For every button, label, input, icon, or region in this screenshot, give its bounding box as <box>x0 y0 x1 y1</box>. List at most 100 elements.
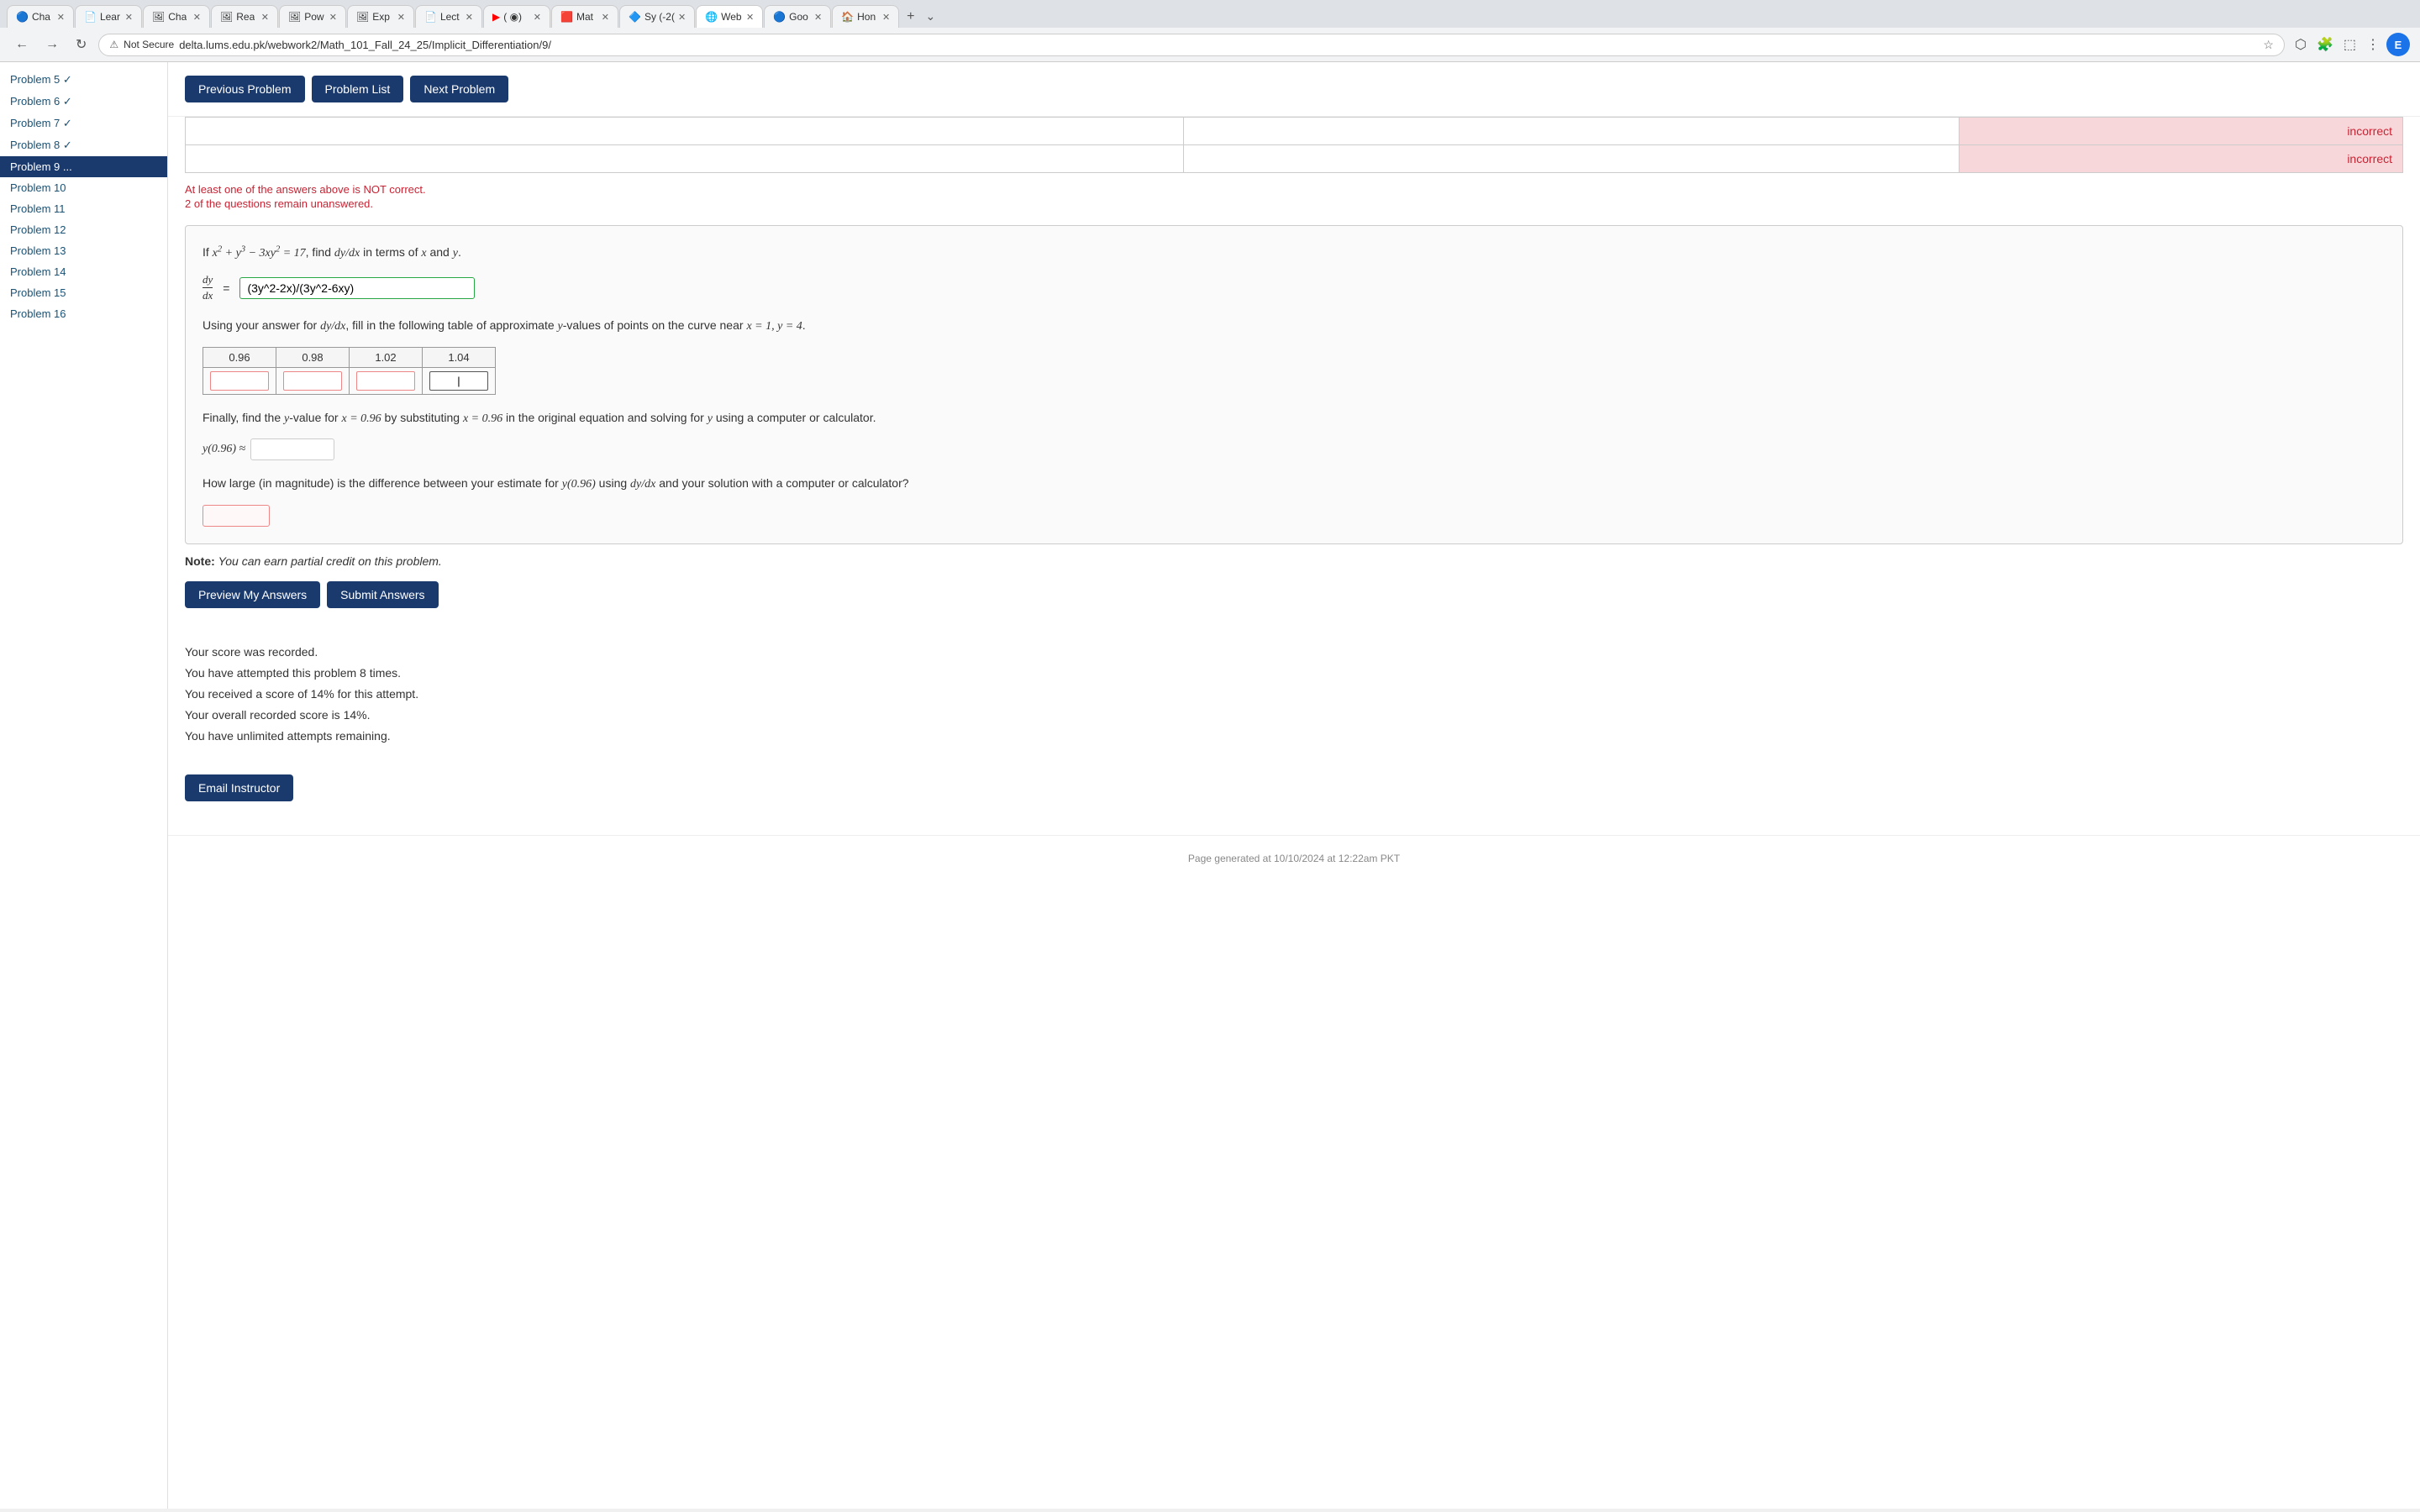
problem-list-button[interactable]: Problem List <box>312 76 404 102</box>
tab-close[interactable]: ✕ <box>602 12 609 23</box>
back-button[interactable]: ← <box>10 34 34 55</box>
error-line1: At least one of the answers above is NOT… <box>185 183 2403 196</box>
approx-input[interactable] <box>250 438 334 460</box>
answer-col-2 <box>1183 145 1960 173</box>
profile-avatar[interactable]: E <box>2386 33 2410 56</box>
sidebar-item-problem5[interactable]: Problem 5 ✓ <box>0 69 167 91</box>
tab-learn[interactable]: 📄 Lear ✕ <box>75 5 142 28</box>
sidebar-item-problem9[interactable]: Problem 9 ... <box>0 156 167 177</box>
tab-icon: 🔷 <box>629 11 641 23</box>
tab-close[interactable]: ✕ <box>125 12 133 23</box>
score-line5: You have unlimited attempts remaining. <box>185 726 2403 747</box>
y-value-input-1[interactable] <box>210 371 269 391</box>
tab-bar: 🔵 Cha ✕ 📄 Lear ✕ 🖼 Cha ✕ 🖼 Rea ✕ 🖼 Pow ✕… <box>0 0 2420 28</box>
sidebar-item-problem7[interactable]: Problem 7 ✓ <box>0 113 167 134</box>
sidebar-item-problem13[interactable]: Problem 13 <box>0 240 167 261</box>
bookmark-icon[interactable]: ☆ <box>2263 38 2274 52</box>
tab-icon: 🖼 <box>356 11 369 23</box>
tab-lect[interactable]: 📄 Lect ✕ <box>415 5 482 28</box>
answer-input-cell-1 <box>186 118 1184 145</box>
tab-cha2[interactable]: 🖼 Cha ✕ <box>143 5 210 28</box>
tab-mat[interactable]: 🟥 Mat ✕ <box>551 5 618 28</box>
footer-text: Page generated at 10/10/2024 at 12:22am … <box>1188 853 1400 864</box>
tab-exp[interactable]: 🖼 Exp ✕ <box>347 5 414 28</box>
browser-chrome: 🔵 Cha ✕ 📄 Lear ✕ 🖼 Cha ✕ 🖼 Rea ✕ 🖼 Pow ✕… <box>0 0 2420 62</box>
action-buttons-bar: Previous Problem Problem List Next Probl… <box>168 62 2420 117</box>
sidebar-item-problem11[interactable]: Problem 11 <box>0 198 167 219</box>
y-input-cell-4 <box>423 367 496 394</box>
tab-close[interactable]: ✕ <box>261 12 269 23</box>
url-bar[interactable]: ⚠ Not Secure delta.lums.edu.pk/webwork2/… <box>98 34 2285 56</box>
tab-yt[interactable]: ▶ ( ◉) ✕ <box>483 5 550 28</box>
tab-close[interactable]: ✕ <box>57 12 65 23</box>
y-value-input-2[interactable] <box>283 371 342 391</box>
tab-close[interactable]: ✕ <box>534 12 541 23</box>
tab-home[interactable]: 🏠 Hon ✕ <box>832 5 899 28</box>
address-bar: ← → ↻ ⚠ Not Secure delta.lums.edu.pk/web… <box>0 28 2420 61</box>
tab-icon: 🖼 <box>288 11 301 23</box>
x-val-102: 1.02 <box>350 347 423 367</box>
new-tab-button[interactable]: + <box>900 6 921 28</box>
equals-sign: = <box>223 281 229 295</box>
sidebar-item-problem8[interactable]: Problem 8 ✓ <box>0 134 167 156</box>
preview-button[interactable]: Preview My Answers <box>185 581 320 608</box>
tab-close[interactable]: ✕ <box>678 12 686 23</box>
sidebar-item-problem14[interactable]: Problem 14 <box>0 261 167 282</box>
extensions-icon[interactable]: 🧩 <box>2313 33 2337 56</box>
dy-dx-input[interactable] <box>239 277 475 299</box>
email-instructor-button[interactable]: Email Instructor <box>185 774 293 801</box>
score-info: Your score was recorded. You have attemp… <box>185 642 2403 748</box>
tab-webwork[interactable]: 🌐 Web ✕ <box>696 5 763 28</box>
tab-chat1[interactable]: 🔵 Cha ✕ <box>7 5 74 28</box>
dy-dx-row: dy dx = <box>203 273 2386 302</box>
forward-button[interactable]: → <box>40 34 64 55</box>
sidebar-item-problem10[interactable]: Problem 10 <box>0 177 167 198</box>
google-drive-icon[interactable]: ⬡ <box>2291 33 2310 56</box>
tab-close[interactable]: ✕ <box>397 12 405 23</box>
page-layout: Problem 5 ✓ Problem 6 ✓ Problem 7 ✓ Prob… <box>0 62 2420 1509</box>
answer-row-2: incorrect <box>186 145 2403 173</box>
tab-close[interactable]: ✕ <box>193 12 201 23</box>
tab-icon: 🔵 <box>16 11 29 23</box>
tab-icon: 🖼 <box>220 11 233 23</box>
screenshot-icon[interactable]: ⬚ <box>2340 33 2360 56</box>
tab-close[interactable]: ✕ <box>814 12 822 23</box>
sidebar-item-problem12[interactable]: Problem 12 <box>0 219 167 240</box>
toolbar-icons: ⬡ 🧩 ⬚ ⋮ E <box>2291 33 2410 56</box>
answer-row-1: incorrect <box>186 118 2403 145</box>
previous-problem-button[interactable]: Previous Problem <box>185 76 305 102</box>
sidebar-item-problem15[interactable]: Problem 15 <box>0 282 167 303</box>
note-container: Note: You can earn partial credit on thi… <box>168 554 2420 568</box>
menu-icon[interactable]: ⋮ <box>2363 33 2383 56</box>
y-value-input-4[interactable] <box>429 371 488 391</box>
tab-google[interactable]: 🔵 Goo ✕ <box>764 5 831 28</box>
sidebar: Problem 5 ✓ Problem 6 ✓ Problem 7 ✓ Prob… <box>0 62 168 1509</box>
finally-text: Finally, find the y-value for x = 0.96 b… <box>203 408 2386 428</box>
table-intro-text: Using your answer for dy/dx, fill in the… <box>203 316 2386 336</box>
y-value-input-3[interactable] <box>356 371 415 391</box>
sidebar-item-problem6[interactable]: Problem 6 ✓ <box>0 91 167 113</box>
diff-input[interactable] <box>203 505 270 527</box>
reload-button[interactable]: ↻ <box>71 33 92 56</box>
tab-close[interactable]: ✕ <box>882 12 890 23</box>
next-problem-button[interactable]: Next Problem <box>410 76 508 102</box>
main-content: Previous Problem Problem List Next Probl… <box>168 62 2420 1509</box>
tab-rea[interactable]: 🖼 Rea ✕ <box>211 5 278 28</box>
x-values-table: 0.96 0.98 1.02 1.04 <box>203 347 496 395</box>
y-input-cell-3 <box>350 367 423 394</box>
tab-close[interactable]: ✕ <box>746 12 754 23</box>
tab-close[interactable]: ✕ <box>466 12 473 23</box>
tab-pow[interactable]: 🖼 Pow ✕ <box>279 5 346 28</box>
approx-label: y(0.96) ≈ <box>203 443 245 456</box>
tab-close[interactable]: ✕ <box>329 12 337 23</box>
tab-sy[interactable]: 🔷 Sy (-2( ✕ <box>619 5 695 28</box>
submit-button[interactable]: Submit Answers <box>327 581 438 608</box>
answer-input-cell-2 <box>186 145 1184 173</box>
status-cell-2: incorrect <box>1960 145 2403 173</box>
x-val-104: 1.04 <box>423 347 496 367</box>
sidebar-item-problem16[interactable]: Problem 16 <box>0 303 167 324</box>
tab-icon: 🏠 <box>841 11 854 23</box>
note-bold: Note: <box>185 554 215 568</box>
tab-overflow-icon[interactable]: ⌄ <box>926 9 936 24</box>
error-line2: 2 of the questions remain unanswered. <box>185 197 2403 210</box>
